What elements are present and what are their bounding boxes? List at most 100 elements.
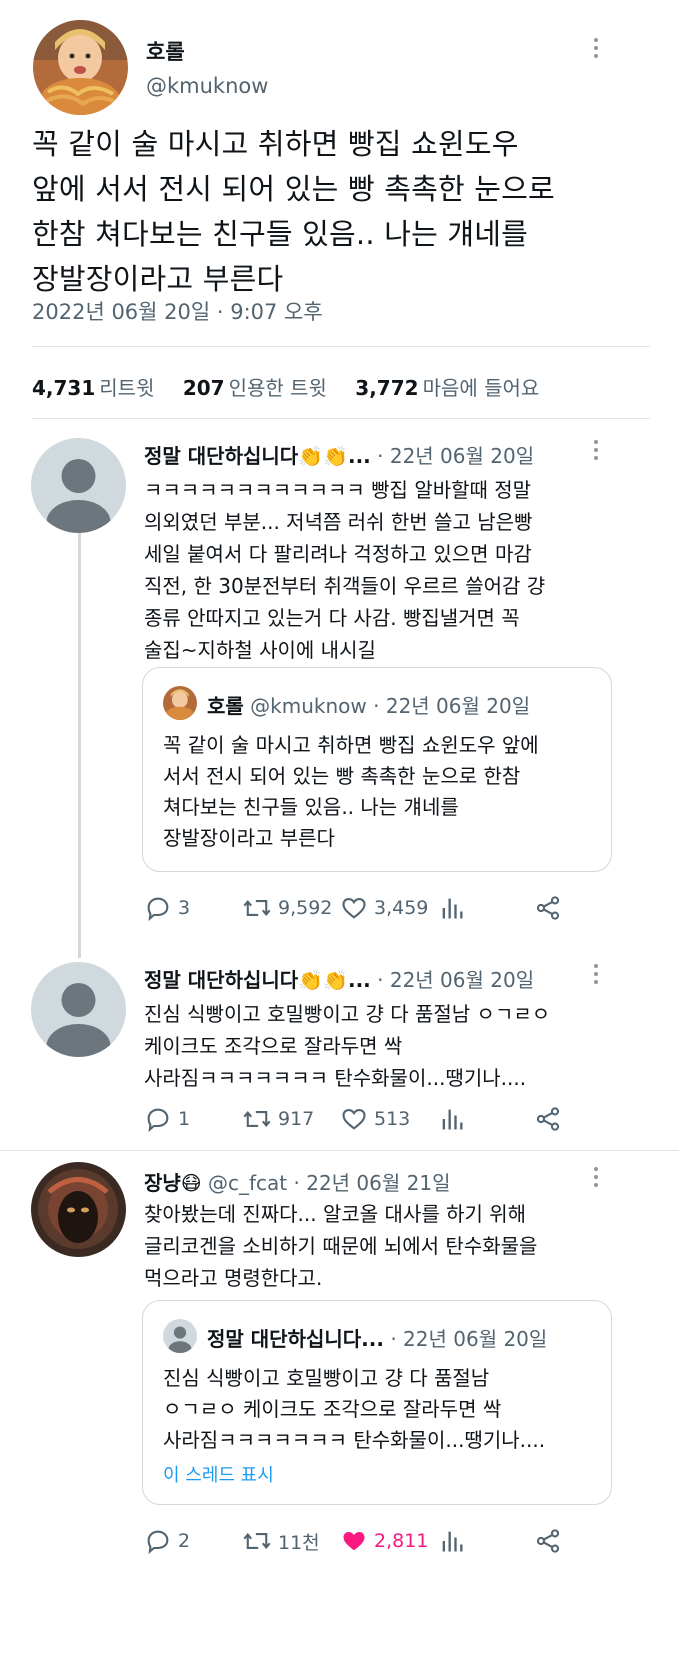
reply-line: 술집~지하철 사이에 내시길 xyxy=(144,638,376,662)
reply-line: 먹으라고 명령한다고. xyxy=(144,1266,323,1290)
like-button[interactable]: 3,459 xyxy=(340,894,428,922)
reply-icon xyxy=(147,1530,169,1555)
more-options-icon[interactable] xyxy=(592,964,600,988)
quoted-text: 꼭 같이 술 마시고 취하면 빵집 쇼윈도우 앞에 서서 전시 되어 있는 빵 … xyxy=(163,730,603,854)
tweet-stats: 4,731 리트윗 207 인용한 트윗 3,772 마음에 들어요 xyxy=(32,372,561,401)
quoted-timestamp: · 22년 06월 20일 xyxy=(390,1327,548,1351)
quoted-author-avatar xyxy=(163,686,197,720)
default-avatar-icon xyxy=(168,1326,192,1353)
analytics-button[interactable] xyxy=(440,1105,464,1133)
reply-line: 의외였던 부분... 저녁쯤 러쉬 한번 쓸고 남은빵 xyxy=(144,510,533,534)
quoted-header: 호롤 @kmuknow · 22년 06월 20일 xyxy=(207,690,530,719)
reply-line: 진심 식빵이고 호밀빵이고 걍 다 품절남 ㅇㄱㄹㅇ xyxy=(144,1002,551,1026)
more-options-icon[interactable] xyxy=(592,38,600,62)
reply-author-avatar[interactable] xyxy=(31,1162,126,1257)
quoted-text: 진심 식빵이고 호밀빵이고 걍 다 품절남 ㅇㄱㄹㅇ 케이크도 조각으로 잘라두… xyxy=(163,1363,603,1456)
main-tweet-text: 꼭 같이 술 마시고 취하면 빵집 쇼윈도우 앞에 서서 전시 되어 있는 빵 … xyxy=(32,122,652,302)
retweet-button[interactable]: 9,592 xyxy=(242,894,332,922)
reply-button[interactable]: 1 xyxy=(144,1105,190,1133)
main-tweet-line: 꼭 같이 술 마시고 취하면 빵집 쇼윈도우 xyxy=(32,127,519,161)
reply-author-handle[interactable]: @c_fcat xyxy=(208,1171,287,1195)
reply-author-name[interactable]: 정말 대단하십니다👏👏... xyxy=(144,968,371,992)
main-author-avatar[interactable] xyxy=(33,20,128,115)
reply-line: 사라짐ㅋㅋㅋㅋㅋㅋㅋ 탄수화물이...땡기나.... xyxy=(144,1066,527,1090)
retweet-count[interactable]: 4,731 xyxy=(32,376,95,400)
reply-line: 케이크도 조각으로 잘라두면 싹 xyxy=(144,1034,403,1058)
heart-icon xyxy=(342,1108,366,1130)
reply-count: 1 xyxy=(178,1108,191,1130)
reply-author-avatar[interactable] xyxy=(31,962,126,1057)
reply-line: ㅋㅋㅋㅋㅋㅋㅋㅋㅋㅋㅋㅋ 빵집 알바할때 정말 xyxy=(144,478,532,502)
retweet-icon xyxy=(243,1111,271,1127)
analytics-button[interactable] xyxy=(440,894,464,922)
reply-timestamp[interactable]: · 22년 06월 21일 xyxy=(294,1171,451,1195)
reply-button[interactable]: 3 xyxy=(144,894,190,922)
quoted-author-avatar xyxy=(163,1319,197,1353)
like-label[interactable]: 마음에 들어요 xyxy=(423,376,540,400)
reply-timestamp[interactable]: · 22년 06월 20일 xyxy=(377,968,534,992)
like-count[interactable]: 3,772 xyxy=(355,376,418,400)
main-tweet-timestamp[interactable]: 2022년 06월 20일 · 9:07 오후 xyxy=(32,296,323,326)
quoted-line: 꼭 같이 술 마시고 취하면 빵집 쇼윈도우 앞에 xyxy=(163,733,539,757)
reply-header: 정말 대단하십니다👏👏... · 22년 06월 20일 xyxy=(144,440,534,469)
reply-text: 찾아봤는데 진짜다... 알코올 대사를 하기 위해 글리코겐을 소비하기 때문… xyxy=(144,1198,614,1294)
retweet-icon xyxy=(243,900,271,916)
quoted-tweet[interactable]: 정말 대단하십니다... · 22년 06월 20일 진심 식빵이고 호밀빵이고… xyxy=(142,1300,612,1505)
heart-icon xyxy=(342,897,366,919)
reply-text: 진심 식빵이고 호밀빵이고 걍 다 품절남 ㅇㄱㄹㅇ 케이크도 조각으로 잘라두… xyxy=(144,998,614,1094)
analytics-icon xyxy=(442,1109,463,1130)
share-button[interactable] xyxy=(534,894,562,922)
reply-line: 세일 붙여서 다 팔리려나 걱정하고 있으면 마감 xyxy=(144,542,532,566)
quoted-line: ㅇㄱㄹㅇ 케이크도 조각으로 잘라두면 싹 xyxy=(163,1397,502,1421)
like-count: 2,811 xyxy=(374,1530,429,1552)
reply-button[interactable]: 2 xyxy=(144,1527,190,1555)
quoted-author-name: 호롤 xyxy=(207,694,244,718)
analytics-button[interactable] xyxy=(440,1527,464,1555)
main-author-name[interactable]: 호롤 xyxy=(146,36,185,66)
more-options-icon[interactable] xyxy=(592,1167,600,1191)
reply-author-name[interactable]: 정말 대단하십니다👏👏... xyxy=(144,444,371,468)
like-button[interactable]: 513 xyxy=(340,1105,410,1133)
more-options-icon[interactable] xyxy=(592,440,600,464)
heart-filled-icon xyxy=(343,1532,365,1551)
default-avatar-icon xyxy=(46,459,111,533)
quote-count[interactable]: 207 xyxy=(183,376,225,400)
main-tweet-line: 앞에 서서 전시 되어 있는 빵 촉촉한 눈으로 xyxy=(32,172,555,206)
reply-header: 정말 대단하십니다👏👏... · 22년 06월 20일 xyxy=(144,964,534,993)
main-tweet-line: 한참 쳐다보는 친구들 있음.. 나는 걔네를 xyxy=(32,217,529,251)
retweet-label[interactable]: 리트윗 xyxy=(99,376,154,400)
reply-author-name[interactable]: 장냥😷 xyxy=(144,1171,202,1195)
share-button[interactable] xyxy=(534,1527,562,1555)
reply-author-avatar[interactable] xyxy=(31,438,126,533)
divider xyxy=(32,418,650,419)
retweet-button[interactable]: 11천 xyxy=(242,1527,320,1555)
reply-actions: 2 11천 2,811 xyxy=(144,1527,574,1557)
main-author-handle[interactable]: @kmuknow xyxy=(146,74,268,98)
quoted-header: 정말 대단하십니다... · 22년 06월 20일 xyxy=(207,1323,547,1352)
divider xyxy=(32,346,650,347)
show-thread-link[interactable]: 이 스레드 표시 xyxy=(163,1461,274,1487)
thread-connector-line xyxy=(78,528,81,958)
reply-count: 2 xyxy=(178,1530,191,1552)
quote-label[interactable]: 인용한 트윗 xyxy=(229,376,327,400)
like-count: 3,459 xyxy=(374,897,429,919)
retweet-count: 9,592 xyxy=(278,897,333,919)
share-button[interactable] xyxy=(534,1105,562,1133)
default-avatar-icon xyxy=(46,983,111,1057)
reply-timestamp[interactable]: · 22년 06월 20일 xyxy=(377,444,534,468)
reply-actions: 3 9,592 3,459 xyxy=(144,894,574,924)
reply-actions: 1 917 513 xyxy=(144,1105,574,1135)
reply-line: 글리코겐을 소비하기 때문에 뇌에서 탄수화물을 xyxy=(144,1234,538,1258)
retweet-button[interactable]: 917 xyxy=(242,1105,314,1133)
share-icon xyxy=(536,1529,560,1553)
like-button-active[interactable]: 2,811 xyxy=(340,1527,428,1555)
divider xyxy=(0,1150,679,1151)
quoted-tweet[interactable]: 호롤 @kmuknow · 22년 06월 20일 꼭 같이 술 마시고 취하면… xyxy=(142,667,612,872)
analytics-icon xyxy=(442,898,463,919)
quoted-timestamp: · 22년 06월 20일 xyxy=(373,694,531,718)
quoted-line: 서서 전시 되어 있는 빵 촉촉한 눈으로 한참 xyxy=(163,764,521,788)
reply-text: ㅋㅋㅋㅋㅋㅋㅋㅋㅋㅋㅋㅋ 빵집 알바할때 정말 의외였던 부분... 저녁쯤 러… xyxy=(144,474,614,666)
share-icon xyxy=(536,1107,560,1131)
quoted-line: 장발장이라고 부른다 xyxy=(163,826,335,850)
quoted-author-handle: @kmuknow xyxy=(250,694,367,718)
